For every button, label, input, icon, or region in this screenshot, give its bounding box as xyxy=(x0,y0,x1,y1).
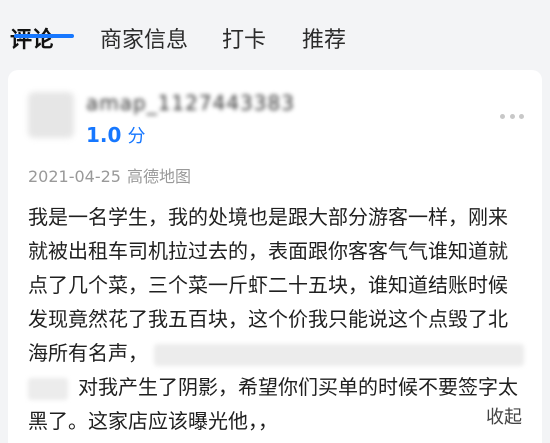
review-body: 我是一名学生，我的处境也是跟大部分游客一样，刚来 就被出租车司机拉过去的，表面跟… xyxy=(28,200,528,438)
redacted-text xyxy=(28,377,68,400)
review-meta: 2021-04-25 高德地图 xyxy=(28,166,191,188)
redacted-text xyxy=(154,343,524,366)
rating-unit: 分 xyxy=(127,126,146,147)
tab-check-in[interactable]: 打卡 xyxy=(222,26,266,56)
review-date: 2021-04-25 xyxy=(28,167,121,186)
review-line-text: 对我产生了阴影，希望你们买单的时候不要签字太 xyxy=(78,375,518,399)
collapse-button[interactable]: 收起 xyxy=(486,406,522,430)
tab-recommend[interactable]: 推荐 xyxy=(302,26,346,56)
reviewer-username[interactable]: amap_1127443383 xyxy=(86,90,295,116)
review-line-6: 对我产生了阴影，希望你们买单的时候不要签字太 xyxy=(28,370,528,404)
review-line: 点了几个菜，三个菜一斤虾二十五块，谁知道结账时候 xyxy=(28,273,508,297)
review-card: amap_1127443383 1.0 分 2021-04-25 高德地图 我是一名… xyxy=(8,70,542,443)
review-line: 就被出租车司机拉过去的，表面跟你客客气气谁知道就 xyxy=(28,239,508,263)
review-line: 发现竟然花了我五百块，这个价我只能说这个点毁了北 xyxy=(28,307,508,331)
review-line: 黑了。这家店应该曝光他，， xyxy=(28,409,278,433)
tab-merchant-info[interactable]: 商家信息 xyxy=(100,26,188,56)
tab-reviews[interactable]: 评论 xyxy=(10,26,54,56)
rating-value: 1.0 xyxy=(86,123,122,147)
review-line-5: 海所有名声， xyxy=(28,336,528,370)
tab-bar: 评论 商家信息 打卡 推荐 xyxy=(0,0,550,68)
review-line-text: 海所有名声， xyxy=(28,341,148,365)
active-tab-indicator xyxy=(14,34,74,38)
avatar[interactable] xyxy=(28,92,74,138)
review-line: 我是一名学生，我的处境也是跟大部分游客一样，刚来 xyxy=(28,205,508,229)
more-horizontal-icon[interactable] xyxy=(500,110,524,122)
review-source: 高德地图 xyxy=(126,167,191,186)
rating: 1.0 分 xyxy=(86,122,145,150)
